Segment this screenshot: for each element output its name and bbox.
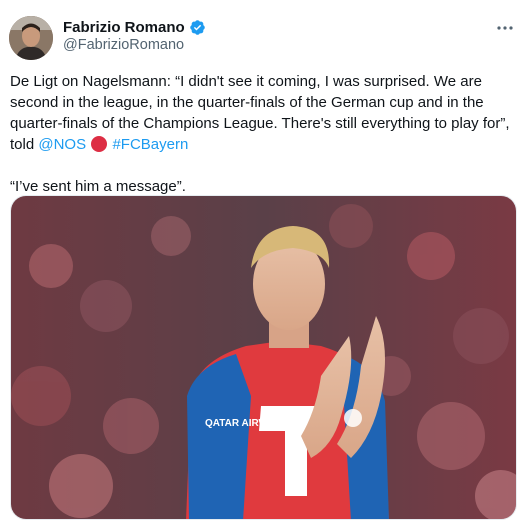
jersey-brand-text: adidas (269, 416, 293, 425)
mention-link[interactable]: @NOS (38, 136, 86, 153)
player-photo: QATAR AIRWAYS adidas (11, 196, 516, 519)
author-name-row: Fabrizio Romano (63, 18, 206, 37)
more-options-icon[interactable] (495, 18, 515, 38)
tweet-text: De Ligt on Nagelsmann: “I didn't see it … (10, 71, 516, 197)
tweet-paragraph-1: De Ligt on Nagelsmann: “I didn't see it … (10, 71, 516, 155)
avatar-image (9, 16, 53, 60)
avatar[interactable] (9, 16, 53, 60)
author-handle[interactable]: @FabrizioRomano (63, 37, 184, 53)
hashtag-link[interactable]: #FCBayern (112, 136, 188, 153)
tweet-photo[interactable]: QATAR AIRWAYS adidas (10, 195, 517, 520)
club-crest (344, 409, 362, 427)
red-circle-emoji (91, 136, 108, 152)
author-display-name[interactable]: Fabrizio Romano (63, 18, 185, 37)
tweet-paragraph-2: “I’ve sent him a message”. (10, 178, 186, 195)
tweet-card: Fabrizio Romano @FabrizioRomano De Ligt … (0, 0, 526, 527)
verified-badge-icon (189, 19, 206, 36)
